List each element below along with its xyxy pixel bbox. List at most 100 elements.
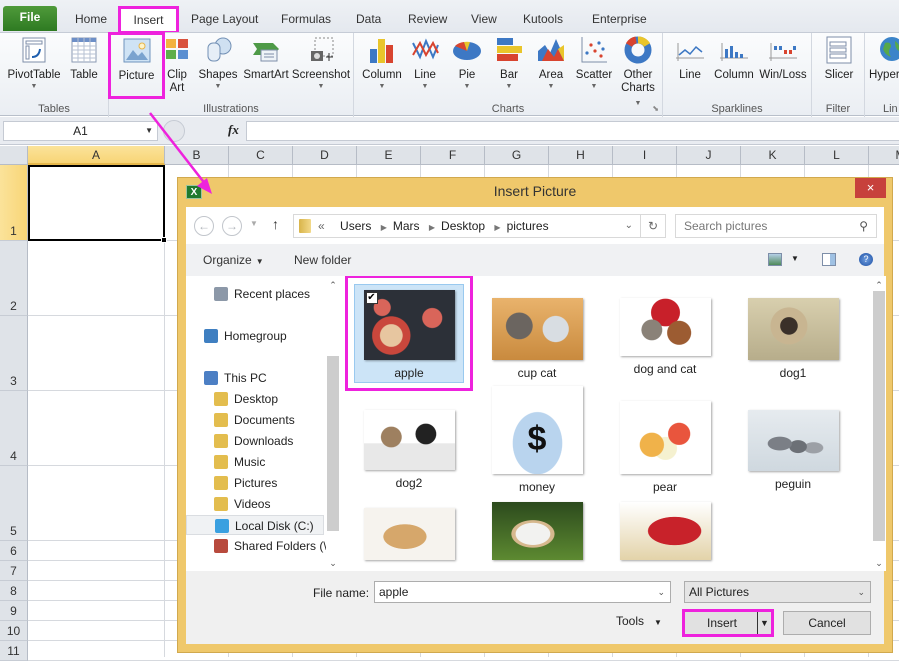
column-header-g[interactable]: G <box>485 146 549 165</box>
tab-file[interactable]: File <box>3 6 57 31</box>
row-header-6[interactable]: 6 <box>0 541 28 561</box>
nav-item-documents[interactable]: Documents <box>186 410 326 430</box>
column-header-d[interactable]: D <box>293 146 357 165</box>
row-header-10[interactable]: 10 <box>0 621 28 641</box>
file-item-apple[interactable]: ✔ apple <box>345 276 473 391</box>
selected-cell-a1[interactable] <box>28 165 167 243</box>
insert-function-icon[interactable]: fx <box>228 122 239 138</box>
tab-home[interactable]: Home <box>67 8 115 32</box>
breadcrumb-users[interactable]: Users <box>340 219 371 233</box>
nav-item-pictures[interactable]: Pictures <box>186 473 326 493</box>
navigation-pane-scrollbar[interactable]: ⌃ ⌄ <box>326 276 340 571</box>
cancel-button[interactable]: Cancel <box>783 611 871 635</box>
smartart-button[interactable]: SmartArt <box>241 35 291 82</box>
breadcrumb-separator-icon[interactable]: ▶ <box>429 223 435 232</box>
refresh-icon[interactable]: ↻ <box>640 215 665 237</box>
select-all-corner[interactable] <box>0 146 28 165</box>
row-header-1[interactable]: 1 <box>0 165 28 241</box>
tab-page-layout[interactable]: Page Layout <box>183 8 266 32</box>
file-type-select[interactable]: All Pictures ⌄ <box>684 581 871 603</box>
file-name-dropdown-icon[interactable]: ⌄ <box>657 582 665 602</box>
scrollbar-thumb[interactable] <box>327 356 339 531</box>
insert-options-dropdown-icon[interactable]: ▼ <box>757 612 771 634</box>
column-header-e[interactable]: E <box>357 146 421 165</box>
nav-item-music[interactable]: Music <box>186 452 326 472</box>
insert-button[interactable]: Insert ▼ <box>682 609 774 637</box>
scatter-chart-button[interactable]: Scatter ▼ <box>573 35 615 92</box>
pivottable-button[interactable]: PivotTable ▼ <box>6 35 62 92</box>
nav-item-shared-folders[interactable]: Shared Folders (\ <box>186 536 326 556</box>
preview-pane-icon[interactable] <box>822 253 836 266</box>
address-dropdown-icon[interactable]: ⌄ <box>625 215 633 237</box>
scrollbar-thumb[interactable] <box>873 291 885 541</box>
hyperlink-button[interactable]: Hyper <box>869 35 899 82</box>
file-list-scrollbar[interactable]: ⌃ ⌄ <box>872 276 886 571</box>
fill-handle[interactable] <box>161 237 167 243</box>
view-options-dropdown-icon[interactable]: ▼ <box>791 254 799 263</box>
area-chart-button[interactable]: Area ▼ <box>534 35 568 92</box>
file-name-input[interactable]: apple ⌄ <box>374 581 671 603</box>
file-item-strawberry[interactable] <box>610 502 720 566</box>
column-header-i[interactable]: I <box>613 146 677 165</box>
column-header-a[interactable]: A <box>28 146 165 165</box>
new-folder-button[interactable]: New folder <box>294 253 351 267</box>
row-header-11[interactable]: 11 <box>0 641 28 661</box>
row-header-2[interactable]: 2 <box>0 241 28 316</box>
file-item-kitten[interactable] <box>354 508 464 566</box>
recent-locations-dropdown-icon[interactable]: ▼ <box>250 219 258 228</box>
column-chart-button[interactable]: Column ▼ <box>360 35 404 92</box>
nav-item-this-pc[interactable]: This PC <box>186 368 326 388</box>
column-header-h[interactable]: H <box>549 146 613 165</box>
picture-button[interactable]: Picture <box>108 32 165 99</box>
file-item-peguin[interactable]: peguin <box>738 410 848 491</box>
breadcrumb-mars[interactable]: Mars <box>393 219 420 233</box>
formula-input[interactable] <box>246 121 899 141</box>
tab-kutools[interactable]: Kutools <box>515 8 571 32</box>
row-header-8[interactable]: 8 <box>0 581 28 601</box>
line-chart-button[interactable]: Line ▼ <box>409 35 441 92</box>
column-header-c[interactable]: C <box>229 146 293 165</box>
breadcrumb-desktop[interactable]: Desktop <box>441 219 485 233</box>
scroll-down-icon[interactable]: ⌄ <box>872 558 886 569</box>
clip-art-button[interactable]: Clip Art <box>165 35 189 95</box>
tab-data[interactable]: Data <box>348 8 389 32</box>
nav-item-desktop[interactable]: Desktop <box>186 389 326 409</box>
nav-item-homegroup[interactable]: Homegroup <box>186 326 326 346</box>
nav-item-local-disk-c[interactable]: Local Disk (C:) <box>186 515 324 535</box>
row-header-5[interactable]: 5 <box>0 466 28 541</box>
organize-button[interactable]: Organize ▼ <box>203 253 264 267</box>
back-button[interactable]: ← <box>194 216 214 236</box>
forward-button[interactable]: → <box>222 216 242 236</box>
column-header-k[interactable]: K <box>741 146 805 165</box>
scroll-down-icon[interactable]: ⌄ <box>326 558 340 569</box>
file-item-dog2[interactable]: dog2 <box>354 410 464 490</box>
tab-review[interactable]: Review <box>400 8 455 32</box>
file-item-rabbit[interactable] <box>482 502 592 566</box>
scroll-up-icon[interactable]: ⌃ <box>872 280 886 291</box>
address-bar[interactable]: « Users ▶ Mars ▶ Desktop ▶ pictures ⌄ ↻ <box>293 214 666 238</box>
shapes-button[interactable]: Shapes ▼ <box>197 35 239 92</box>
row-header-4[interactable]: 4 <box>0 391 28 466</box>
column-header-b[interactable]: B <box>165 146 229 165</box>
close-button[interactable]: × <box>855 178 886 198</box>
pie-chart-button[interactable]: Pie ▼ <box>450 35 484 92</box>
charts-dialog-launcher-icon[interactable]: ⬊ <box>652 104 659 113</box>
column-header-l[interactable]: L <box>805 146 869 165</box>
tab-view[interactable]: View <box>463 8 505 32</box>
file-item-cup-cat[interactable]: cup cat <box>482 298 592 380</box>
tools-button[interactable]: Tools ▼ <box>616 614 662 628</box>
column-header-f[interactable]: F <box>421 146 485 165</box>
file-item-dog-and-cat[interactable]: dog and cat <box>610 298 720 376</box>
screenshot-button[interactable]: Screenshot ▼ <box>291 35 351 92</box>
nav-item-recent-places[interactable]: Recent places <box>186 284 326 304</box>
other-charts-button[interactable]: Other Charts ▼ <box>619 35 657 110</box>
row-header-7[interactable]: 7 <box>0 561 28 581</box>
file-item-money[interactable]: $ money <box>482 386 592 494</box>
scroll-up-icon[interactable]: ⌃ <box>326 280 340 291</box>
file-item-pear[interactable]: pear <box>610 401 720 494</box>
name-box[interactable]: A1 ▼ <box>3 121 158 141</box>
table-button[interactable]: Table <box>66 35 102 82</box>
file-item-dog1[interactable]: dog1 <box>738 298 848 380</box>
bar-chart-button[interactable]: Bar ▼ <box>493 35 525 92</box>
help-icon[interactable]: ? <box>859 253 873 266</box>
